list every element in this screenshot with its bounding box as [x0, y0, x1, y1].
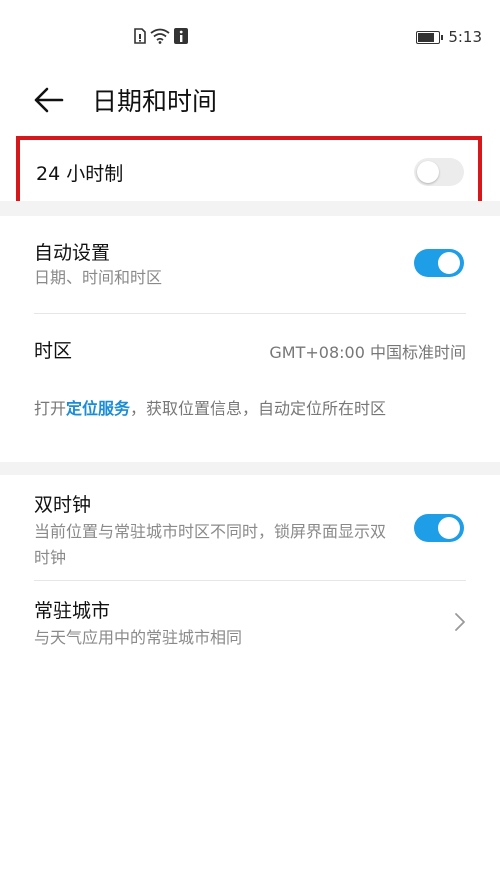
location-service-link[interactable]: 定位服务 [66, 399, 130, 418]
row-divider [34, 313, 466, 314]
arrow-left-icon [34, 87, 64, 113]
home-city-title: 常驻城市 [34, 600, 111, 622]
status-right: 5:13 [416, 28, 482, 46]
row-divider [34, 580, 466, 581]
auto-set-subtitle: 日期、时间和时区 [34, 268, 163, 287]
section-divider [0, 462, 500, 475]
hour24-row[interactable]: 24 小时制 [16, 136, 482, 210]
page-title: 日期和时间 [92, 87, 218, 116]
timezone-label: 时区 [34, 340, 73, 362]
auto-set-title: 自动设置 [34, 242, 111, 264]
info-icon [174, 28, 188, 44]
dual-clock-toggle[interactable] [414, 514, 464, 542]
wifi-icon [150, 28, 170, 44]
location-note: 打开定位服务，获取位置信息，自动定位所在时区 [34, 394, 464, 424]
status-icons [134, 28, 188, 44]
section-divider [0, 201, 500, 216]
hour24-toggle[interactable] [414, 158, 464, 186]
sim-card-icon [134, 28, 146, 44]
timezone-value: GMT+08:00 中国标准时间 [269, 343, 466, 362]
auto-set-toggle[interactable] [414, 249, 464, 277]
note-prefix: 打开 [34, 399, 67, 418]
app-header: 日期和时间 [0, 76, 500, 126]
dual-clock-subtitle: 当前位置与常驻城市时区不同时，锁屏界面显示双时钟 [34, 522, 387, 567]
dual-clock-title: 双时钟 [34, 494, 92, 516]
note-suffix: ，获取位置信息，自动定位所在时区 [130, 399, 387, 418]
hour24-label: 24 小时制 [36, 163, 124, 185]
status-time: 5:13 [448, 28, 482, 46]
chevron-right-icon [455, 613, 465, 631]
home-city-subtitle: 与天气应用中的常驻城市相同 [34, 628, 243, 647]
battery-charging-icon [416, 30, 444, 44]
status-bar: 5:13 [0, 0, 500, 76]
back-button[interactable] [30, 80, 70, 120]
